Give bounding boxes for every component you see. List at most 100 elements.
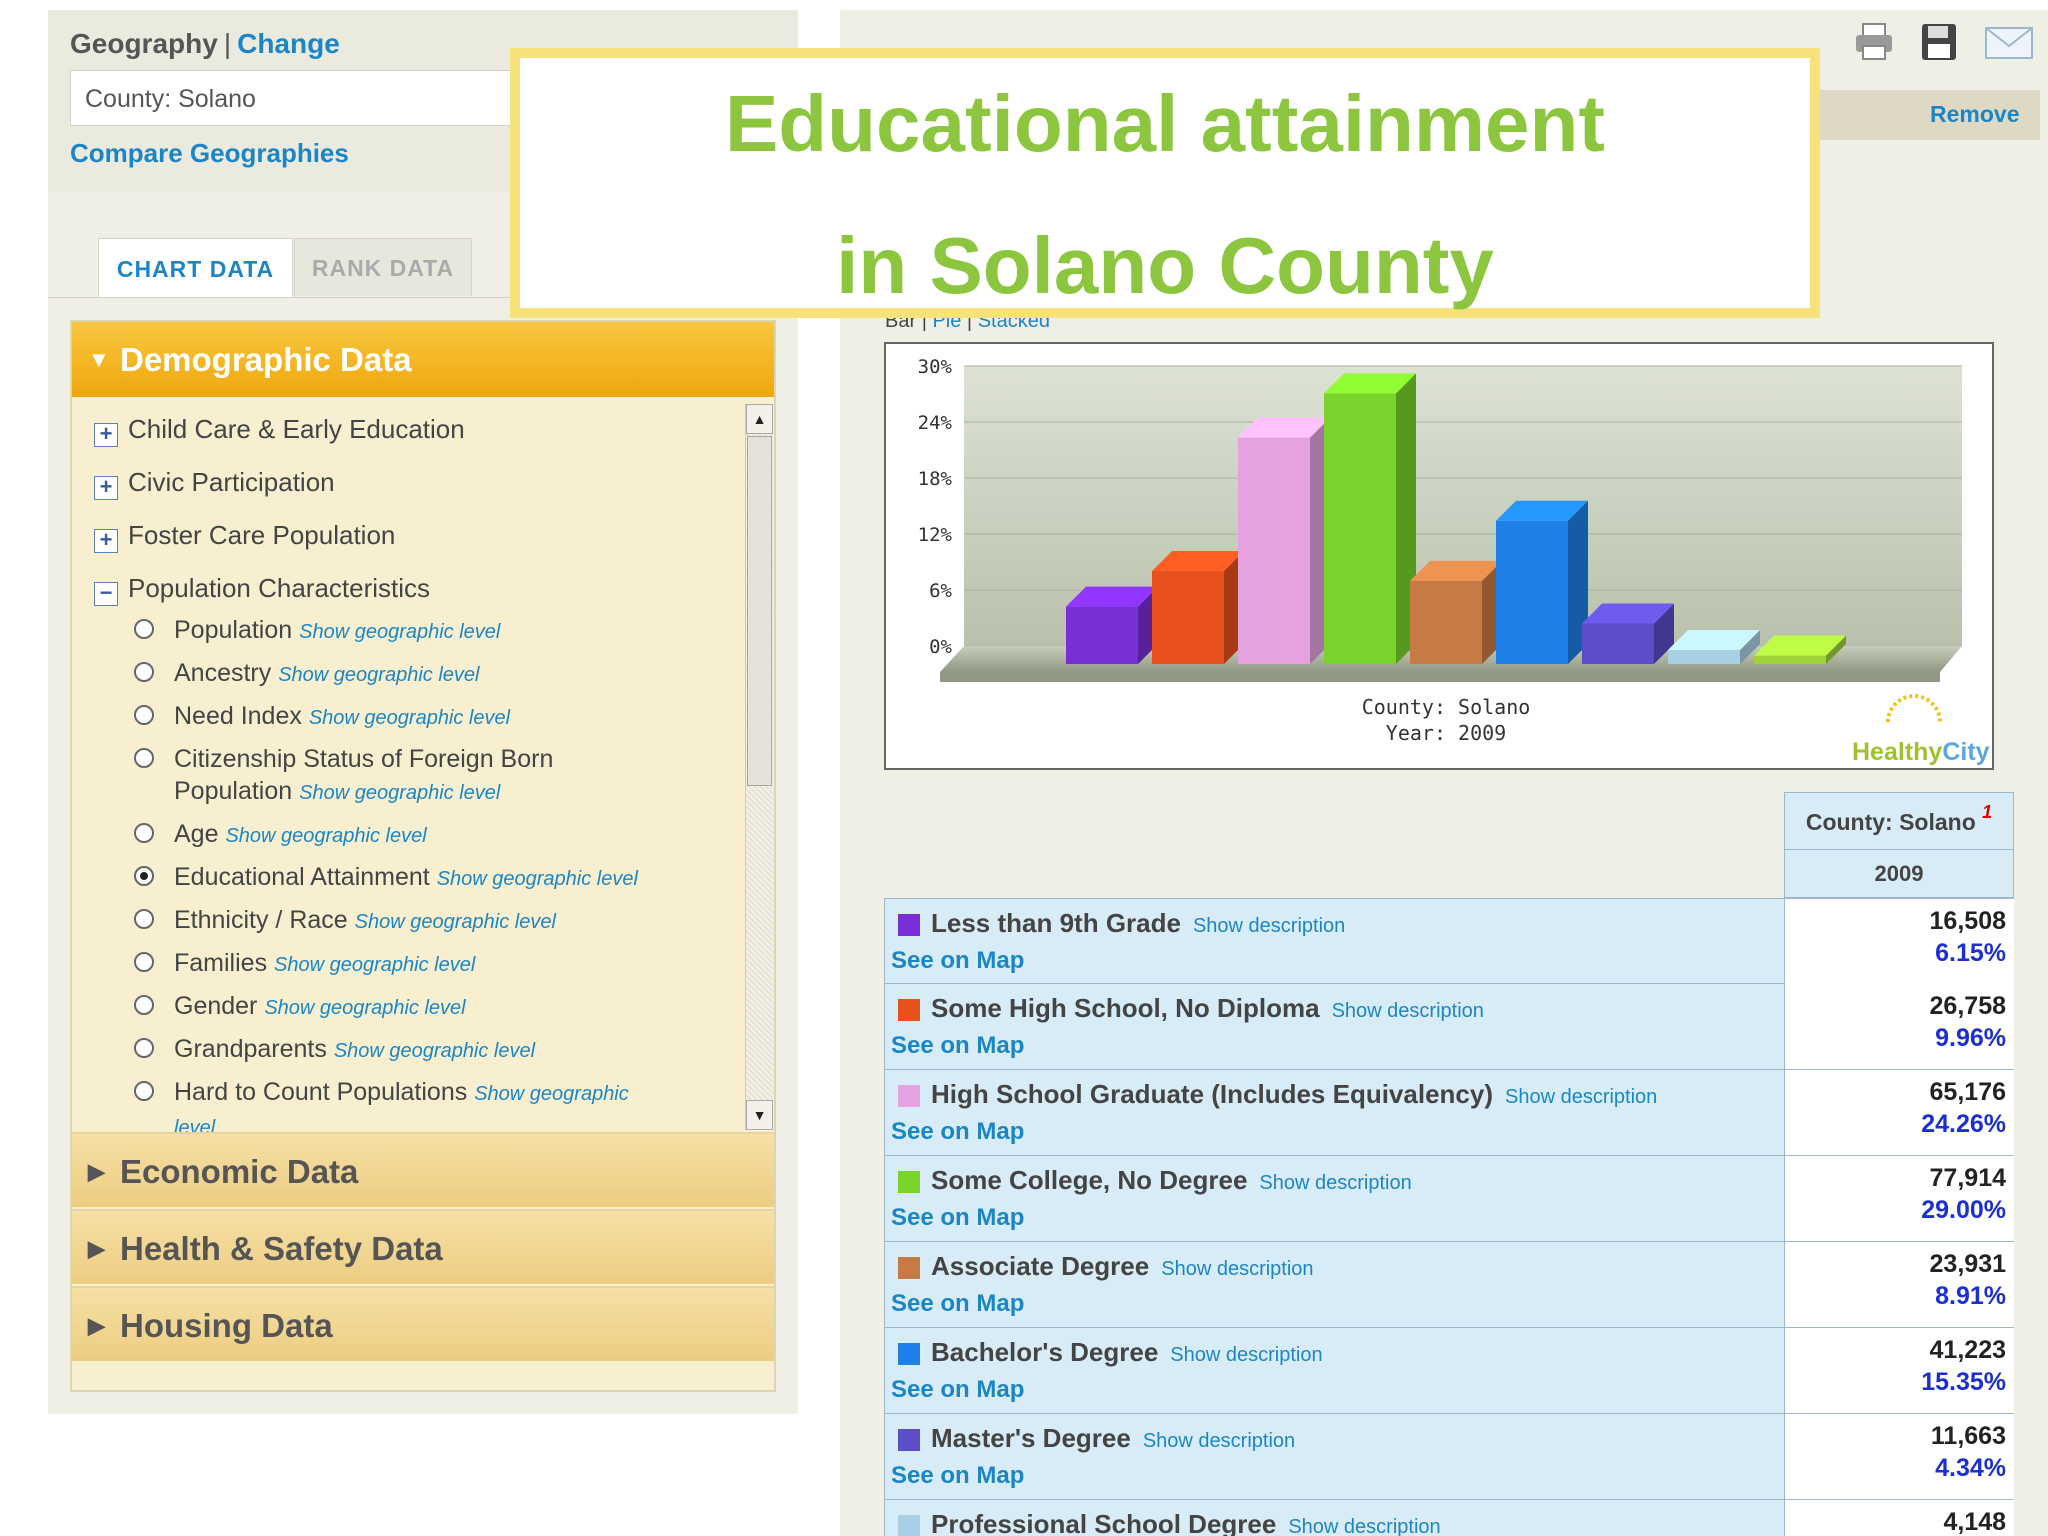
scroll-down-arrow-icon[interactable]: ▼	[746, 1100, 773, 1130]
show-geographic-level-link[interactable]: Show geographic	[474, 1083, 629, 1105]
row-count: 11,663	[1930, 1422, 2006, 1450]
expand-icon[interactable]: +	[94, 476, 118, 500]
county-field[interactable]: County: Solano	[70, 70, 550, 126]
floppy-disk-icon[interactable]	[1918, 22, 1960, 62]
change-geography-link[interactable]: Change	[237, 28, 340, 59]
show-description-link[interactable]: Show description	[1288, 1516, 1440, 1536]
legend-swatch	[898, 1171, 920, 1193]
show-description-link[interactable]: Show description	[1332, 1000, 1484, 1022]
bar[interactable]	[1410, 560, 1502, 664]
radio-button[interactable]	[134, 619, 154, 639]
scroll-thumb[interactable]	[747, 436, 772, 786]
option-gender[interactable]: Gender Show geographic level	[134, 990, 694, 1024]
show-description-link[interactable]: Show description	[1143, 1430, 1295, 1452]
option-ethnicity-race[interactable]: Ethnicity / Race Show geographic level	[134, 904, 694, 938]
collapse-icon[interactable]: −	[94, 582, 118, 606]
y-tick-label: 6%	[929, 580, 952, 602]
y-tick-label: 18%	[918, 468, 953, 490]
radio-button[interactable]	[134, 705, 154, 725]
show-description-link[interactable]: Show description	[1161, 1258, 1313, 1280]
show-description-link[interactable]: Show description	[1170, 1344, 1322, 1366]
bar-front	[1754, 655, 1826, 664]
expand-icon[interactable]: +	[94, 423, 118, 447]
radio-button[interactable]	[134, 952, 154, 972]
chart-floor-front	[940, 672, 1940, 682]
radio-button-selected[interactable]	[134, 866, 154, 886]
section-health-safety-data[interactable]: ▶ Health & Safety Data	[72, 1209, 774, 1284]
show-geographic-level-link[interactable]: Show geographic level	[437, 868, 638, 890]
radio-button[interactable]	[134, 823, 154, 843]
expand-icon[interactable]: +	[94, 529, 118, 553]
see-on-map-link[interactable]: See on Map	[891, 1204, 1024, 1232]
section-housing-data[interactable]: ▶ Housing Data	[72, 1286, 774, 1361]
option-hard-to-count[interactable]: Hard to Count Populations Show geographi…	[134, 1076, 694, 1132]
see-on-map-link[interactable]: See on Map	[891, 1032, 1024, 1060]
row-percent: 4.34%	[1935, 1454, 2006, 1482]
option-age[interactable]: Age Show geographic level	[134, 818, 694, 852]
envelope-icon[interactable]	[1984, 22, 2034, 62]
legend-swatch	[898, 999, 920, 1021]
see-on-map-link[interactable]: See on Map	[891, 947, 1024, 975]
show-geographic-level-link[interactable]: Show geographic level	[225, 825, 426, 847]
bar[interactable]	[1238, 417, 1330, 664]
bar[interactable]	[1324, 373, 1416, 664]
radio-button[interactable]	[134, 748, 154, 768]
tree-item-child-care[interactable]: + Child Care & Early Education	[94, 414, 465, 447]
remove-link[interactable]: Remove	[1930, 101, 2019, 128]
show-description-link[interactable]: Show description	[1259, 1172, 1411, 1194]
row-count: 4,148	[1943, 1508, 2006, 1536]
see-on-map-link[interactable]: See on Map	[891, 1118, 1024, 1146]
option-grandparents[interactable]: Grandparents Show geographic level	[134, 1033, 694, 1067]
bar-front	[1496, 520, 1568, 664]
show-geographic-level-link[interactable]: Show geographic level	[334, 1040, 535, 1062]
option-families[interactable]: Families Show geographic level	[134, 947, 694, 981]
show-geographic-level-link[interactable]: Show geographic level	[299, 782, 500, 804]
bar[interactable]	[1152, 551, 1244, 664]
show-geographic-level-link[interactable]: Show geographic level	[274, 954, 475, 976]
radio-button[interactable]	[134, 995, 154, 1015]
tree-scrollbar[interactable]: ▲ ▼	[745, 404, 773, 1130]
option-citizenship-status[interactable]: Citizenship Status of Foreign Born Popula…	[134, 743, 694, 809]
compare-geographies-link[interactable]: Compare Geographies	[70, 138, 349, 169]
radio-button[interactable]	[134, 662, 154, 682]
show-geographic-level-link[interactable]: Show geographic level	[355, 911, 556, 933]
svg-text:HealthyCity: HealthyCity	[1852, 738, 1990, 766]
show-geographic-level-link[interactable]: Show geographic level	[299, 621, 500, 643]
show-geographic-level-link[interactable]: level	[174, 1117, 215, 1132]
section-demographic-data[interactable]: ▼ Demographic Data	[72, 322, 774, 397]
bar[interactable]	[1582, 603, 1674, 664]
see-on-map-link[interactable]: See on Map	[891, 1462, 1024, 1490]
bar[interactable]	[1066, 586, 1158, 664]
row-percent: 15.35%	[1921, 1368, 2006, 1396]
footnote-marker[interactable]: 1	[1982, 802, 1992, 822]
tab-chart-data[interactable]: CHART DATA	[98, 238, 293, 298]
printer-icon[interactable]	[1853, 22, 1895, 62]
tree-item-foster-care[interactable]: + Foster Care Population	[94, 520, 395, 553]
bar[interactable]	[1496, 500, 1588, 664]
tree-item-population-characteristics[interactable]: − Population Characteristics	[94, 573, 430, 606]
option-ancestry[interactable]: Ancestry Show geographic level	[134, 657, 694, 691]
legend-swatch	[898, 914, 920, 936]
radio-button[interactable]	[134, 1038, 154, 1058]
row-label: Associate Degree	[931, 1251, 1150, 1281]
section-economic-data[interactable]: ▶ Economic Data	[72, 1132, 774, 1207]
option-need-index[interactable]: Need Index Show geographic level	[134, 700, 694, 734]
show-geographic-level-link[interactable]: Show geographic level	[309, 707, 510, 729]
option-educational-attainment[interactable]: Educational Attainment Show geographic l…	[134, 861, 694, 895]
show-description-link[interactable]: Show description	[1505, 1086, 1657, 1108]
option-population[interactable]: Population Show geographic level	[134, 614, 694, 648]
radio-button[interactable]	[134, 909, 154, 929]
show-description-link[interactable]: Show description	[1193, 915, 1345, 937]
show-geographic-level-link[interactable]: Show geographic level	[278, 664, 479, 686]
radio-button[interactable]	[134, 1081, 154, 1101]
overlay-title-line2: in Solano County	[836, 221, 1494, 310]
overlay-title-line1: Educational attainment	[724, 79, 1606, 168]
tab-rank-data[interactable]: RANK DATA	[294, 238, 472, 296]
show-geographic-level-link[interactable]: Show geographic level	[264, 997, 465, 1019]
tree-item-civic-participation[interactable]: + Civic Participation	[94, 467, 335, 500]
see-on-map-link[interactable]: See on Map	[891, 1376, 1024, 1404]
scroll-up-arrow-icon[interactable]: ▲	[746, 404, 773, 434]
row-count: 26,758	[1929, 992, 2006, 1020]
row-count: 41,223	[1929, 1336, 2006, 1364]
see-on-map-link[interactable]: See on Map	[891, 1290, 1024, 1318]
